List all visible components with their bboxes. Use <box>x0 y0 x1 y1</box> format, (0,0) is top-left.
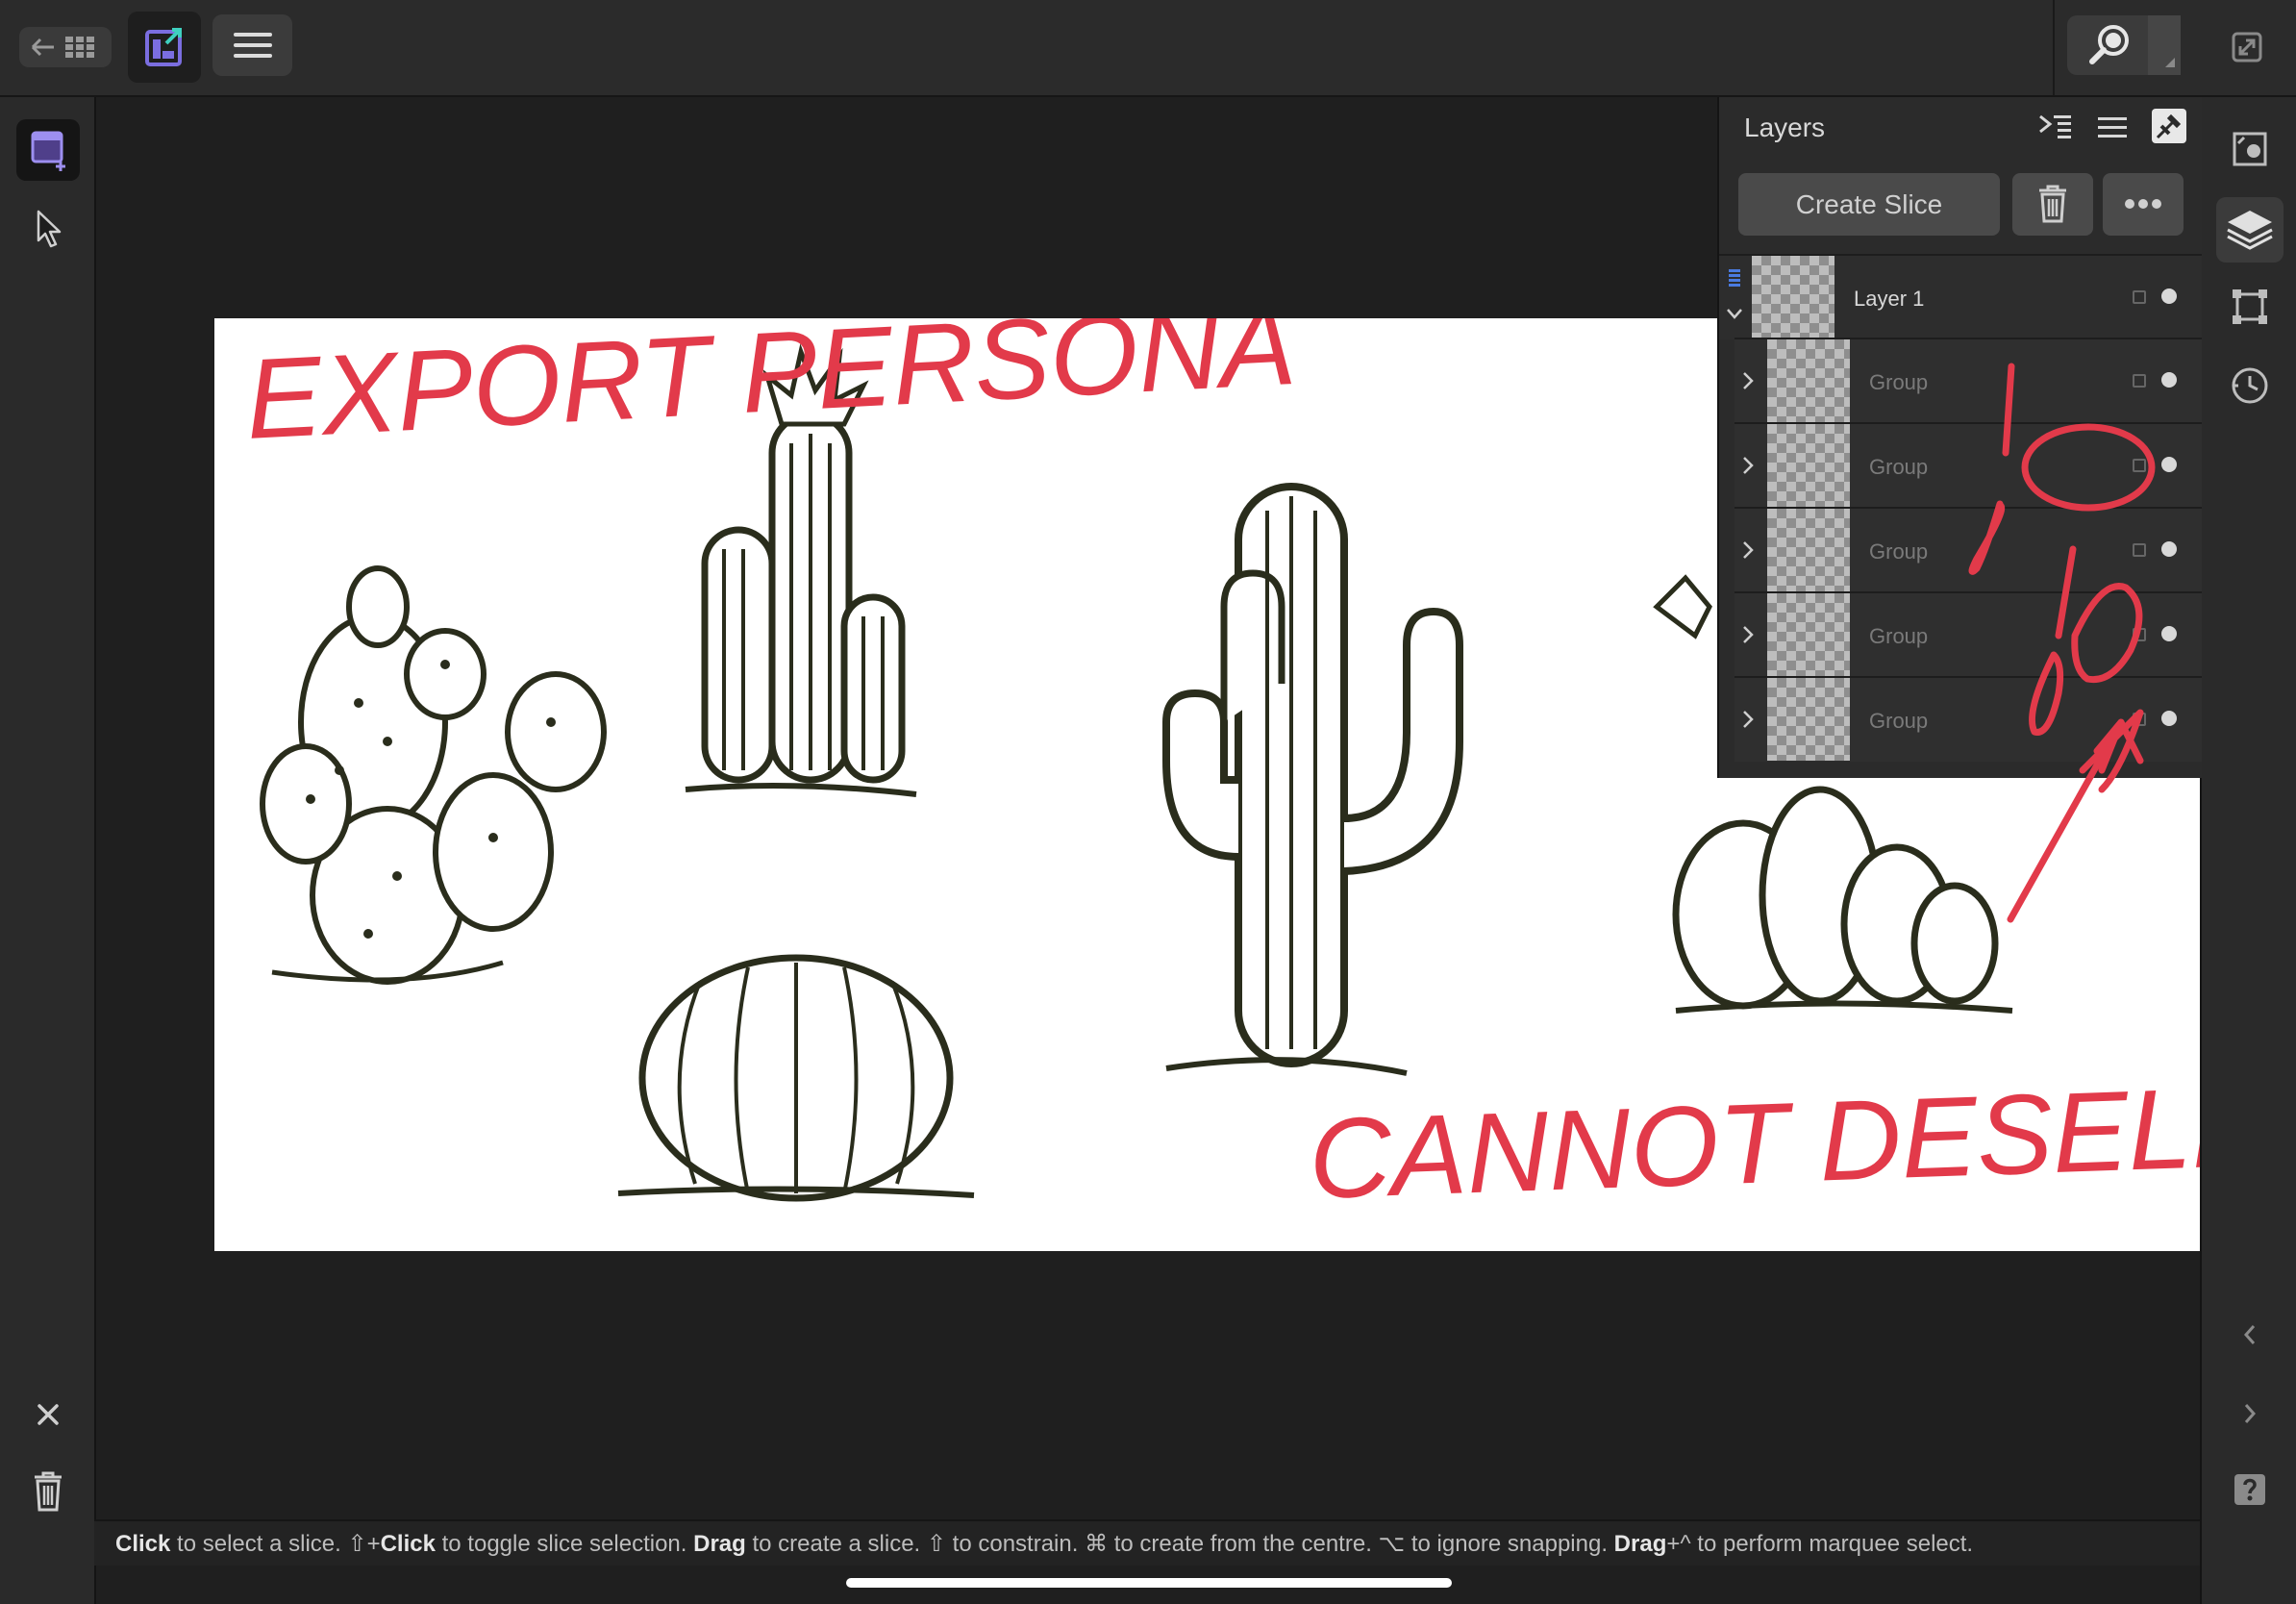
toolbar-divider <box>2053 0 2055 95</box>
collapse-right-button[interactable] <box>2236 1397 2263 1430</box>
zoom-icon <box>2089 15 2181 75</box>
close-button[interactable] <box>32 1398 64 1431</box>
back-to-gallery-button[interactable] <box>19 27 112 67</box>
zoom-button[interactable] <box>2067 15 2181 75</box>
main-menu-button[interactable] <box>212 14 292 76</box>
annotation-overlay <box>1968 363 2156 923</box>
status-keyword: Drag <box>1613 1531 1667 1557</box>
trash-icon <box>35 1471 62 1512</box>
fullscreen-icon <box>2232 32 2262 63</box>
help-button[interactable] <box>2234 1474 2265 1505</box>
annotation-stroke <box>1968 500 2006 575</box>
slice-tool-icon <box>31 131 65 171</box>
annotation-circle <box>2021 423 2156 512</box>
status-text: to toggle slice selection. <box>435 1531 694 1557</box>
status-text: +^ to perform marquee select. <box>1666 1531 1974 1557</box>
barrel-cactus <box>617 954 975 1202</box>
context-status-bar: Click to select a slice. ⇧+Click to togg… <box>94 1519 2200 1566</box>
fullscreen-button[interactable] <box>2231 31 2263 63</box>
handwritten-title-bottom: CANNOT DESELECT <box>1307 1058 2200 1223</box>
slice-tool-button[interactable] <box>16 119 80 181</box>
select-tool-button[interactable] <box>29 208 67 250</box>
prickly-pear-cactus <box>260 565 607 985</box>
export-persona-button[interactable] <box>128 12 201 83</box>
tools-panel <box>0 97 96 1604</box>
status-keyword: Click <box>380 1531 436 1557</box>
annotation-arrow <box>2007 718 2144 923</box>
export-persona-icon <box>145 28 182 66</box>
hamburger-menu-icon <box>233 33 272 58</box>
annotation-circle <box>2071 583 2143 684</box>
status-keyword: Click <box>115 1531 171 1557</box>
chevron-left-icon <box>2243 1325 2256 1344</box>
status-keyword: Drag <box>693 1531 746 1557</box>
saguaro-cactus <box>1162 483 1463 1076</box>
collapse-left-button[interactable] <box>2236 1318 2263 1351</box>
close-icon <box>37 1404 59 1425</box>
annotation-stroke <box>2002 363 2015 457</box>
annotation-stroke <box>2029 651 2064 736</box>
status-text: to select a slice. ⇧+ <box>170 1531 381 1557</box>
pointer-icon <box>37 210 62 248</box>
home-indicator[interactable] <box>846 1578 1452 1588</box>
back-to-gallery-icon <box>31 37 94 58</box>
delete-slice-button[interactable] <box>29 1469 67 1514</box>
top-toolbar <box>0 0 2296 97</box>
status-text: to create a slice. ⇧ to constrain. ⌘ to … <box>745 1531 1614 1557</box>
help-icon <box>2243 1478 2257 1501</box>
chevron-right-icon <box>2244 1404 2257 1423</box>
annotation-stroke <box>2055 545 2077 639</box>
